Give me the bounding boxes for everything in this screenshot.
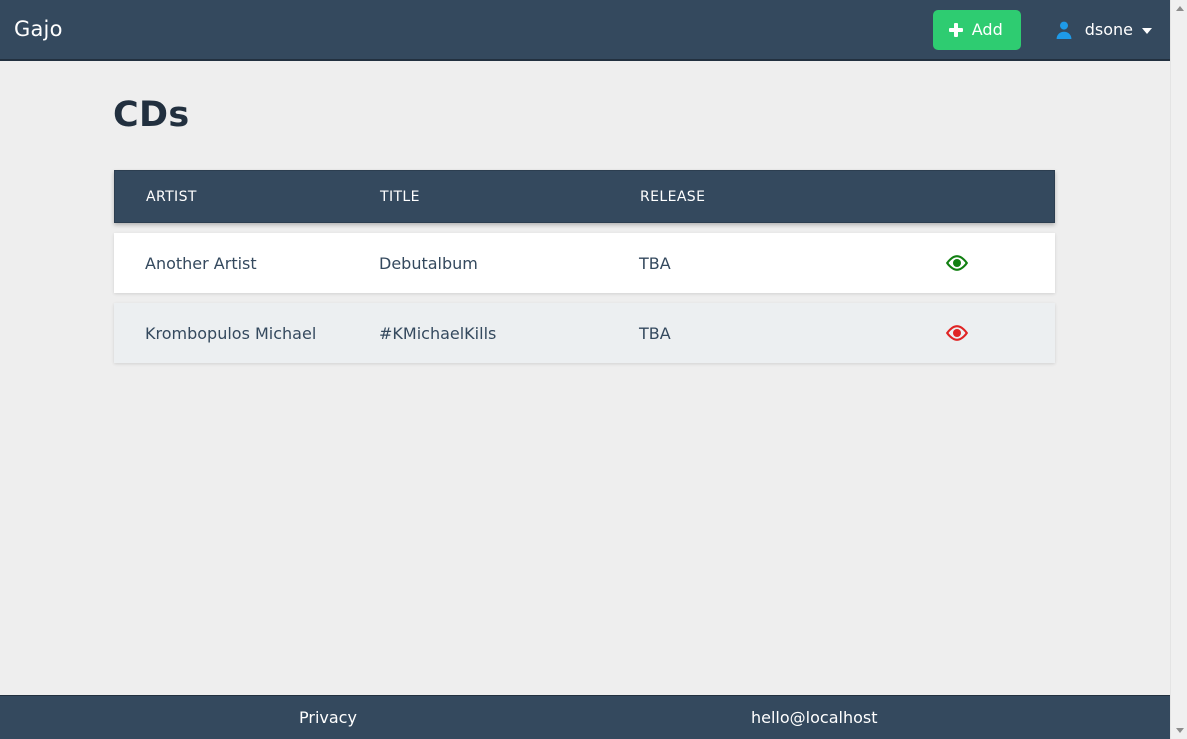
eye-icon	[945, 255, 969, 271]
page-footer: Privacy hello@localhost	[0, 695, 1170, 739]
username-label: dsone	[1084, 20, 1133, 39]
table-header-row: ARTIST TITLE RELEASE	[114, 170, 1055, 223]
user-icon	[1056, 21, 1072, 39]
cell-artist: Krombopulos Michael	[145, 323, 317, 343]
brand-logo[interactable]: Gajo	[14, 19, 63, 40]
page-root: Gajo Add dsone CDs ARTIST TITLE RELEASE …	[0, 0, 1170, 739]
page-title: CDs	[113, 95, 190, 135]
cell-release: TBA	[639, 323, 671, 343]
table-row[interactable]: Krombopulos Michael #KMichaelKills TBA	[114, 303, 1055, 363]
column-header-title: TITLE	[380, 188, 420, 205]
footer-link-email[interactable]: hello@localhost	[751, 708, 877, 727]
scroll-up-arrow-icon[interactable]	[1171, 0, 1187, 17]
cds-table: ARTIST TITLE RELEASE Another Artist Debu…	[114, 170, 1055, 363]
main-content: CDs ARTIST TITLE RELEASE Another Artist …	[0, 95, 1170, 734]
cell-actions	[919, 253, 1055, 273]
column-header-artist: ARTIST	[146, 188, 197, 205]
column-header-release: RELEASE	[640, 188, 706, 205]
view-button[interactable]	[945, 323, 969, 343]
cell-title: Debutalbum	[379, 253, 478, 273]
chevron-down-icon	[1142, 27, 1152, 34]
user-menu[interactable]: dsone	[1054, 20, 1152, 40]
vertical-scrollbar[interactable]	[1170, 0, 1187, 739]
plus-icon	[948, 22, 963, 37]
scroll-down-arrow-icon[interactable]	[1171, 722, 1187, 739]
cell-release: TBA	[639, 253, 671, 273]
navbar-right-group: Add dsone	[932, 9, 1152, 50]
add-button-label: Add	[971, 20, 1003, 39]
view-button[interactable]	[945, 253, 969, 273]
eye-icon	[945, 325, 969, 341]
top-navbar: Gajo Add dsone	[0, 0, 1170, 61]
footer-link-privacy[interactable]: Privacy	[299, 708, 357, 727]
cell-actions	[919, 323, 1055, 343]
cell-title: #KMichaelKills	[379, 323, 497, 343]
cell-artist: Another Artist	[145, 253, 257, 273]
add-button[interactable]: Add	[932, 9, 1021, 50]
table-row[interactable]: Another Artist Debutalbum TBA	[114, 233, 1055, 293]
